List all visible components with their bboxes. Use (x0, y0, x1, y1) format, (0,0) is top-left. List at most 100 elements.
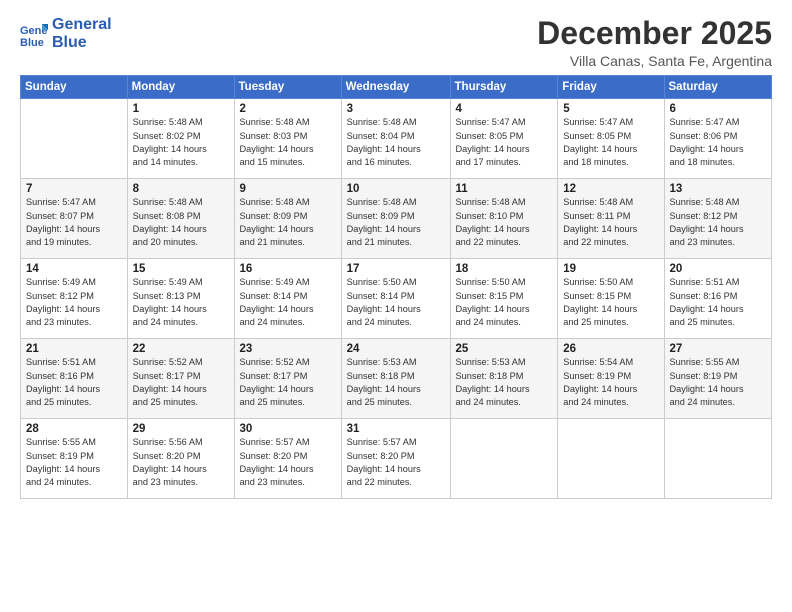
day-number-14: 14 (26, 263, 122, 275)
day-number-21: 21 (26, 343, 122, 355)
day-number-1: 1 (133, 103, 229, 115)
day-number-27: 27 (670, 343, 767, 355)
calendar-cell-w4-d5: 25Sunrise: 5:53 AM Sunset: 8:18 PM Dayli… (450, 339, 558, 419)
day-number-29: 29 (133, 423, 229, 435)
calendar-cell-w1-d7: 6Sunrise: 5:47 AM Sunset: 8:06 PM Daylig… (664, 99, 772, 179)
day-info-4: Sunrise: 5:47 AM Sunset: 8:05 PM Dayligh… (456, 116, 553, 169)
week-row-2: 7Sunrise: 5:47 AM Sunset: 8:07 PM Daylig… (21, 179, 772, 259)
day-number-9: 9 (240, 183, 336, 195)
calendar-cell-w4-d2: 22Sunrise: 5:52 AM Sunset: 8:17 PM Dayli… (127, 339, 234, 419)
day-info-31: Sunrise: 5:57 AM Sunset: 8:20 PM Dayligh… (347, 436, 445, 489)
day-number-31: 31 (347, 423, 445, 435)
main-title: December 2025 (537, 16, 772, 51)
week-row-5: 28Sunrise: 5:55 AM Sunset: 8:19 PM Dayli… (21, 419, 772, 499)
calendar-cell-w5-d1: 28Sunrise: 5:55 AM Sunset: 8:19 PM Dayli… (21, 419, 128, 499)
day-number-25: 25 (456, 343, 553, 355)
calendar-cell-w1-d3: 2Sunrise: 5:48 AM Sunset: 8:03 PM Daylig… (234, 99, 341, 179)
calendar-cell-w1-d5: 4Sunrise: 5:47 AM Sunset: 8:05 PM Daylig… (450, 99, 558, 179)
day-number-13: 13 (670, 183, 767, 195)
calendar-cell-w4-d4: 24Sunrise: 5:53 AM Sunset: 8:18 PM Dayli… (341, 339, 450, 419)
day-info-22: Sunrise: 5:52 AM Sunset: 8:17 PM Dayligh… (133, 356, 229, 409)
day-info-29: Sunrise: 5:56 AM Sunset: 8:20 PM Dayligh… (133, 436, 229, 489)
day-number-28: 28 (26, 423, 122, 435)
logo-icon: General Blue (20, 20, 48, 48)
day-info-12: Sunrise: 5:48 AM Sunset: 8:11 PM Dayligh… (563, 196, 658, 249)
day-info-19: Sunrise: 5:50 AM Sunset: 8:15 PM Dayligh… (563, 276, 658, 329)
day-info-28: Sunrise: 5:55 AM Sunset: 8:19 PM Dayligh… (26, 436, 122, 489)
day-number-10: 10 (347, 183, 445, 195)
day-info-3: Sunrise: 5:48 AM Sunset: 8:04 PM Dayligh… (347, 116, 445, 169)
day-number-22: 22 (133, 343, 229, 355)
week-row-4: 21Sunrise: 5:51 AM Sunset: 8:16 PM Dayli… (21, 339, 772, 419)
day-number-19: 19 (563, 263, 658, 275)
day-number-4: 4 (456, 103, 553, 115)
calendar-cell-w1-d1 (21, 99, 128, 179)
day-info-14: Sunrise: 5:49 AM Sunset: 8:12 PM Dayligh… (26, 276, 122, 329)
calendar-cell-w3-d7: 20Sunrise: 5:51 AM Sunset: 8:16 PM Dayli… (664, 259, 772, 339)
col-tuesday: Tuesday (234, 76, 341, 99)
col-friday: Friday (558, 76, 664, 99)
calendar-cell-w4-d6: 26Sunrise: 5:54 AM Sunset: 8:19 PM Dayli… (558, 339, 664, 419)
logo-text-blue: Blue (52, 34, 112, 52)
calendar-cell-w3-d4: 17Sunrise: 5:50 AM Sunset: 8:14 PM Dayli… (341, 259, 450, 339)
calendar-cell-w5-d6 (558, 419, 664, 499)
day-number-18: 18 (456, 263, 553, 275)
day-info-6: Sunrise: 5:47 AM Sunset: 8:06 PM Dayligh… (670, 116, 767, 169)
calendar-cell-w3-d6: 19Sunrise: 5:50 AM Sunset: 8:15 PM Dayli… (558, 259, 664, 339)
day-info-5: Sunrise: 5:47 AM Sunset: 8:05 PM Dayligh… (563, 116, 658, 169)
col-saturday: Saturday (664, 76, 772, 99)
day-info-26: Sunrise: 5:54 AM Sunset: 8:19 PM Dayligh… (563, 356, 658, 409)
col-thursday: Thursday (450, 76, 558, 99)
day-number-7: 7 (26, 183, 122, 195)
calendar-cell-w2-d7: 13Sunrise: 5:48 AM Sunset: 8:12 PM Dayli… (664, 179, 772, 259)
day-info-21: Sunrise: 5:51 AM Sunset: 8:16 PM Dayligh… (26, 356, 122, 409)
svg-text:Blue: Blue (20, 37, 44, 48)
calendar-cell-w3-d5: 18Sunrise: 5:50 AM Sunset: 8:15 PM Dayli… (450, 259, 558, 339)
title-block: December 2025 Villa Canas, Santa Fe, Arg… (537, 16, 772, 69)
day-info-15: Sunrise: 5:49 AM Sunset: 8:13 PM Dayligh… (133, 276, 229, 329)
day-info-7: Sunrise: 5:47 AM Sunset: 8:07 PM Dayligh… (26, 196, 122, 249)
calendar-cell-w2-d5: 11Sunrise: 5:48 AM Sunset: 8:10 PM Dayli… (450, 179, 558, 259)
day-number-5: 5 (563, 103, 658, 115)
calendar-cell-w2-d6: 12Sunrise: 5:48 AM Sunset: 8:11 PM Dayli… (558, 179, 664, 259)
calendar-cell-w2-d3: 9Sunrise: 5:48 AM Sunset: 8:09 PM Daylig… (234, 179, 341, 259)
day-info-1: Sunrise: 5:48 AM Sunset: 8:02 PM Dayligh… (133, 116, 229, 169)
day-info-11: Sunrise: 5:48 AM Sunset: 8:10 PM Dayligh… (456, 196, 553, 249)
day-info-27: Sunrise: 5:55 AM Sunset: 8:19 PM Dayligh… (670, 356, 767, 409)
day-number-6: 6 (670, 103, 767, 115)
calendar-cell-w1-d4: 3Sunrise: 5:48 AM Sunset: 8:04 PM Daylig… (341, 99, 450, 179)
day-number-17: 17 (347, 263, 445, 275)
day-info-2: Sunrise: 5:48 AM Sunset: 8:03 PM Dayligh… (240, 116, 336, 169)
col-wednesday: Wednesday (341, 76, 450, 99)
calendar-cell-w1-d6: 5Sunrise: 5:47 AM Sunset: 8:05 PM Daylig… (558, 99, 664, 179)
day-info-24: Sunrise: 5:53 AM Sunset: 8:18 PM Dayligh… (347, 356, 445, 409)
calendar-cell-w2-d4: 10Sunrise: 5:48 AM Sunset: 8:09 PM Dayli… (341, 179, 450, 259)
calendar-cell-w3-d1: 14Sunrise: 5:49 AM Sunset: 8:12 PM Dayli… (21, 259, 128, 339)
day-info-16: Sunrise: 5:49 AM Sunset: 8:14 PM Dayligh… (240, 276, 336, 329)
calendar-cell-w1-d2: 1Sunrise: 5:48 AM Sunset: 8:02 PM Daylig… (127, 99, 234, 179)
week-row-1: 1Sunrise: 5:48 AM Sunset: 8:02 PM Daylig… (21, 99, 772, 179)
calendar-cell-w4-d3: 23Sunrise: 5:52 AM Sunset: 8:17 PM Dayli… (234, 339, 341, 419)
page: General Blue General Blue December 2025 … (0, 0, 792, 612)
day-number-15: 15 (133, 263, 229, 275)
day-info-9: Sunrise: 5:48 AM Sunset: 8:09 PM Dayligh… (240, 196, 336, 249)
day-number-11: 11 (456, 183, 553, 195)
day-info-13: Sunrise: 5:48 AM Sunset: 8:12 PM Dayligh… (670, 196, 767, 249)
day-info-23: Sunrise: 5:52 AM Sunset: 8:17 PM Dayligh… (240, 356, 336, 409)
day-number-8: 8 (133, 183, 229, 195)
day-number-2: 2 (240, 103, 336, 115)
day-info-10: Sunrise: 5:48 AM Sunset: 8:09 PM Dayligh… (347, 196, 445, 249)
logo: General Blue General Blue (20, 16, 112, 51)
day-info-18: Sunrise: 5:50 AM Sunset: 8:15 PM Dayligh… (456, 276, 553, 329)
calendar-cell-w2-d2: 8Sunrise: 5:48 AM Sunset: 8:08 PM Daylig… (127, 179, 234, 259)
calendar-cell-w5-d5 (450, 419, 558, 499)
day-number-26: 26 (563, 343, 658, 355)
calendar-cell-w3-d2: 15Sunrise: 5:49 AM Sunset: 8:13 PM Dayli… (127, 259, 234, 339)
day-number-24: 24 (347, 343, 445, 355)
calendar-cell-w5-d4: 31Sunrise: 5:57 AM Sunset: 8:20 PM Dayli… (341, 419, 450, 499)
day-info-8: Sunrise: 5:48 AM Sunset: 8:08 PM Dayligh… (133, 196, 229, 249)
calendar-cell-w5-d2: 29Sunrise: 5:56 AM Sunset: 8:20 PM Dayli… (127, 419, 234, 499)
calendar-header-row: Sunday Monday Tuesday Wednesday Thursday… (21, 76, 772, 99)
calendar-cell-w4-d7: 27Sunrise: 5:55 AM Sunset: 8:19 PM Dayli… (664, 339, 772, 419)
day-number-12: 12 (563, 183, 658, 195)
